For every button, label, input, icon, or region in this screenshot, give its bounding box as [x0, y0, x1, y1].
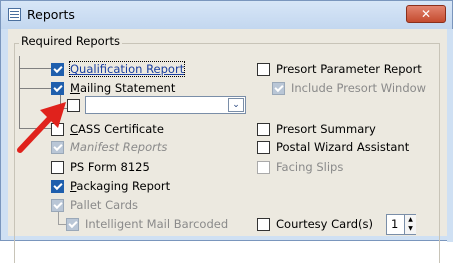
facing-slips-label: Facing Slips: [276, 160, 344, 174]
chevron-down-icon[interactable]: ⌄: [228, 98, 244, 112]
qualification-report-option[interactable]: Qualification Report: [51, 61, 186, 77]
window-title: Reports: [27, 7, 75, 22]
close-button[interactable]: ✕: [406, 5, 446, 23]
packaging-report-checkbox[interactable]: [51, 179, 64, 193]
packaging-report-label[interactable]: Packaging Report: [70, 179, 170, 193]
presort-parameter-report-label[interactable]: Presort Parameter Report: [276, 62, 422, 76]
ps-form-8125-option[interactable]: PS Form 8125: [51, 159, 150, 175]
presort-summary-checkbox[interactable]: [257, 122, 270, 136]
tree-line: [19, 88, 52, 89]
include-presort-window-option: Include Presort Window: [272, 80, 426, 96]
qualification-report-label[interactable]: Qualification Report: [68, 61, 186, 77]
tree-line: [58, 224, 66, 225]
mailing-statement-option[interactable]: Mailing Statement: [51, 80, 175, 96]
intelligent-mail-barcoded-checkbox: [66, 217, 79, 231]
pallet-cards-option: Pallet Cards: [51, 197, 138, 213]
pallet-cards-label: Pallet Cards: [70, 198, 138, 212]
postal-wizard-assistant-option[interactable]: Postal Wizard Assistant: [257, 139, 409, 155]
postal-wizard-assistant-checkbox[interactable]: [257, 140, 270, 154]
courtesy-count-stepper[interactable]: ▲ ▼: [404, 215, 416, 234]
courtesy-cards-checkbox[interactable]: [257, 217, 270, 231]
qualification-report-checkbox[interactable]: [51, 62, 64, 76]
courtesy-cards-label[interactable]: Courtesy Card(s): [276, 217, 373, 231]
tree-line: [58, 212, 59, 224]
group-label: Required Reports: [19, 34, 122, 48]
facing-slips-option: Facing Slips: [257, 159, 343, 175]
cass-certificate-label[interactable]: CASS Certificate: [70, 122, 164, 136]
manifest-reports-label: Manifest Reports: [70, 140, 168, 154]
pallet-cards-checkbox: [51, 198, 64, 212]
mailing-statement-dropdown[interactable]: ⌄: [85, 96, 246, 114]
window-border: [447, 29, 453, 242]
red-arrow-annotation: [17, 102, 66, 153]
facing-slips-checkbox: [257, 160, 270, 174]
title-bar[interactable]: Reports ✕: [1, 1, 452, 29]
tree-line: [19, 68, 52, 69]
postal-wizard-assistant-label[interactable]: Postal Wizard Assistant: [276, 140, 409, 154]
presort-summary-option[interactable]: Presort Summary: [257, 121, 376, 137]
courtesy-cards-option[interactable]: Courtesy Card(s): [257, 216, 373, 232]
intelligent-mail-barcoded-label: Intelligent Mail Barcoded: [85, 217, 229, 231]
ps-form-8125-checkbox[interactable]: [51, 160, 64, 174]
app-icon: [8, 8, 21, 21]
ps-form-8125-label[interactable]: PS Form 8125: [70, 160, 150, 174]
packaging-report-option[interactable]: Packaging Report: [51, 178, 170, 194]
presort-parameter-report-option[interactable]: Presort Parameter Report: [257, 61, 422, 77]
spin-up-icon[interactable]: ▲: [405, 215, 416, 224]
presort-parameter-report-checkbox[interactable]: [257, 62, 270, 76]
intelligent-mail-barcoded-option: Intelligent Mail Barcoded: [66, 216, 228, 232]
include-presort-window-checkbox: [272, 81, 285, 95]
spin-down-icon[interactable]: ▼: [405, 224, 416, 233]
include-presort-window-label: Include Presort Window: [291, 81, 427, 95]
presort-summary-label[interactable]: Presort Summary: [276, 122, 376, 136]
mailing-statement-checkbox[interactable]: [51, 81, 64, 95]
mailing-statement-label[interactable]: Mailing Statement: [70, 81, 175, 95]
